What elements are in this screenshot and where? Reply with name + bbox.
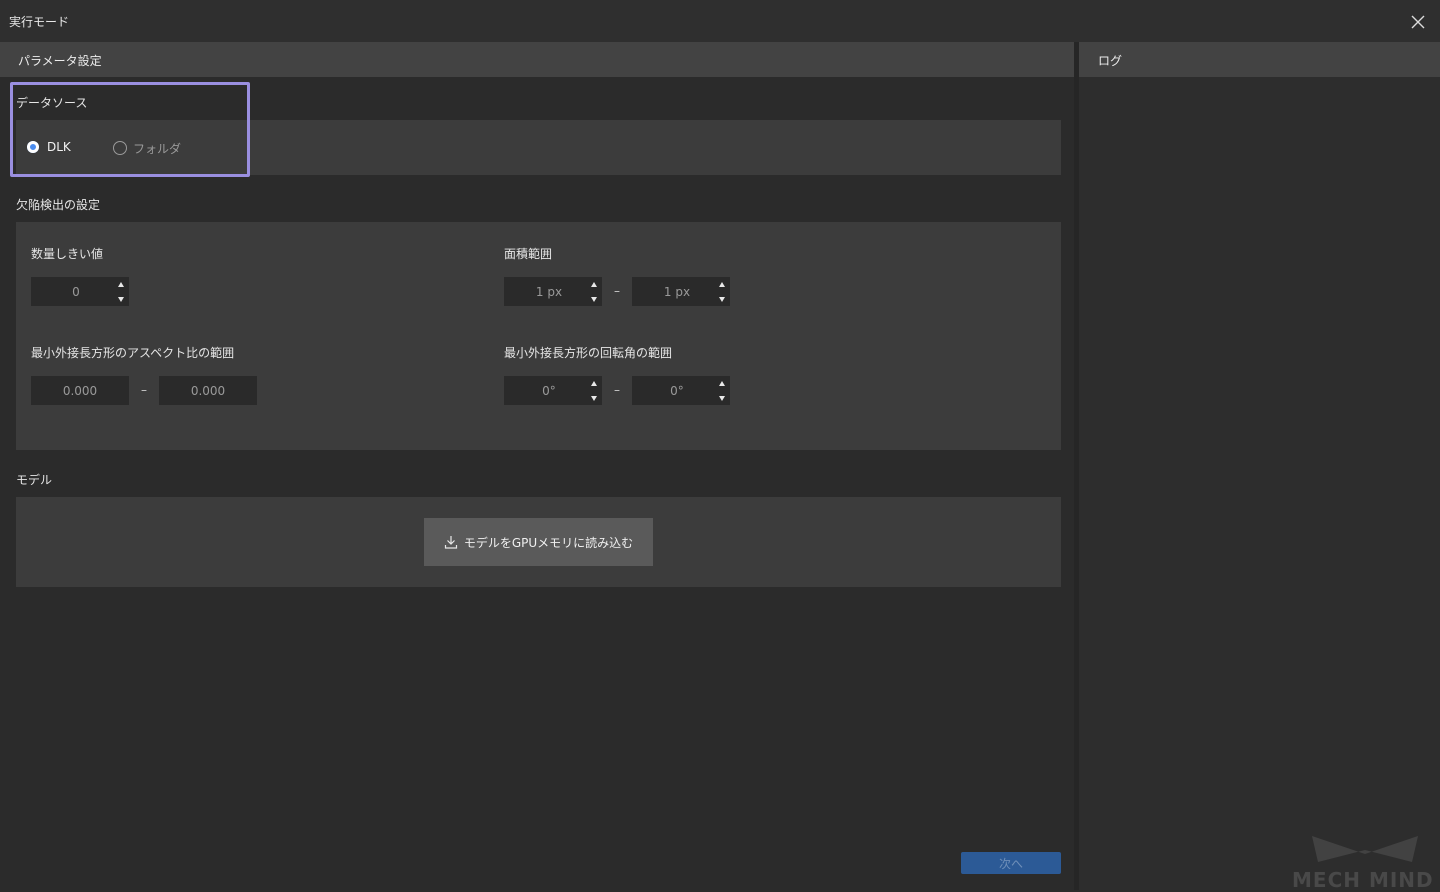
title-bar [0, 0, 1440, 42]
spin-arrows-icon[interactable] [590, 380, 598, 401]
range-separator: – [614, 383, 620, 397]
spin-arrows-icon[interactable] [590, 281, 598, 302]
area-max-value: 1 px [663, 284, 691, 299]
log-panel-header [1079, 42, 1440, 77]
download-icon [444, 536, 457, 549]
area-min-value: 1 px [535, 284, 563, 299]
rotation-range-label: 最小外接長方形の回転角の範囲 [504, 346, 673, 360]
rotation-max-value: 0° [670, 383, 684, 398]
area-min-spinbox[interactable]: 1 px [504, 277, 602, 306]
rotation-max-spinbox[interactable]: 0° [632, 376, 730, 405]
count-threshold-value: 0 [72, 284, 80, 299]
aspect-max-input[interactable]: 0.000 [159, 376, 257, 405]
rotation-min-value: 0° [542, 383, 556, 398]
log-panel [1079, 42, 1440, 890]
spin-arrows-icon[interactable] [718, 380, 726, 401]
highlight-frame [10, 82, 250, 177]
defect-settings-label: 欠陥検出の設定 [16, 198, 101, 212]
range-separator: – [614, 284, 620, 298]
close-icon [1411, 15, 1425, 29]
aspect-range-label: 最小外接長方形のアスペクト比の範囲 [31, 346, 235, 360]
aspect-min-value: 0.000 [62, 383, 98, 398]
next-button[interactable]: 次へ [961, 852, 1061, 874]
next-button-label: 次へ [998, 856, 1023, 871]
window-title: 実行モード [9, 15, 70, 29]
parameter-panel-title: パラメータ設定 [18, 54, 102, 68]
range-separator: – [141, 383, 147, 397]
watermark-text: MECH MIND [1292, 868, 1434, 892]
aspect-min-input[interactable]: 0.000 [31, 376, 129, 405]
parameter-panel-header [0, 42, 1074, 77]
count-threshold-spinbox[interactable]: 0 [31, 277, 129, 306]
load-model-label: モデルをGPUメモリに読み込む [463, 535, 634, 550]
load-model-button[interactable]: モデルをGPUメモリに読み込む [424, 518, 653, 566]
area-range-label: 面積範囲 [504, 247, 553, 261]
spin-arrows-icon[interactable] [117, 281, 125, 302]
log-panel-title: ログ [1098, 54, 1123, 68]
count-threshold-label: 数量しきい値 [31, 247, 104, 261]
spin-arrows-icon[interactable] [718, 281, 726, 302]
area-max-spinbox[interactable]: 1 px [632, 277, 730, 306]
model-label: モデル [16, 473, 53, 487]
rotation-min-spinbox[interactable]: 0° [504, 376, 602, 405]
aspect-max-value: 0.000 [190, 383, 226, 398]
close-button[interactable] [1406, 10, 1430, 34]
